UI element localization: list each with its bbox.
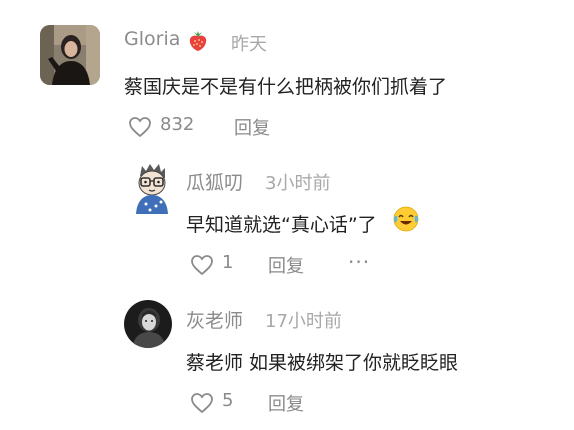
like-button[interactable]: 5	[190, 390, 250, 416]
comment-author[interactable]: Gloria	[124, 28, 180, 50]
strawberry-icon	[186, 29, 210, 53]
avatar-gloria[interactable]	[40, 25, 100, 85]
reply-time: 17小时前	[265, 311, 342, 332]
heart-icon	[129, 117, 151, 138]
reply-button[interactable]: 回复	[234, 114, 270, 140]
more-options-icon[interactable]: ···	[348, 250, 370, 274]
heart-icon	[191, 393, 213, 414]
avatar-huilaoshi[interactable]	[124, 300, 172, 348]
reply-text: 早知道就选“真心话”了	[186, 214, 377, 236]
reply-button[interactable]: 回复	[268, 252, 304, 278]
like-count: 5	[222, 390, 234, 411]
reply-button[interactable]: 回复	[268, 390, 304, 416]
reply-text: 蔡老师 如果被绑架了你就眨眨眼	[186, 352, 459, 374]
reply-time: 3小时前	[265, 173, 331, 194]
avatar-guahudao[interactable]	[128, 160, 176, 214]
comment-text: 蔡国庆是不是有什么把柄被你们抓着了	[124, 76, 448, 98]
reply-author[interactable]: 灰老师	[186, 306, 243, 333]
reply-author[interactable]: 瓜狐叨	[186, 168, 243, 195]
like-count: 832	[160, 114, 195, 135]
heart-icon	[191, 255, 213, 276]
like-button[interactable]: 832	[128, 114, 238, 140]
laugh-cry-emoji	[393, 206, 419, 232]
comment-time: 昨天	[231, 34, 267, 55]
like-count: 1	[222, 252, 234, 273]
like-button[interactable]: 1	[190, 252, 250, 278]
